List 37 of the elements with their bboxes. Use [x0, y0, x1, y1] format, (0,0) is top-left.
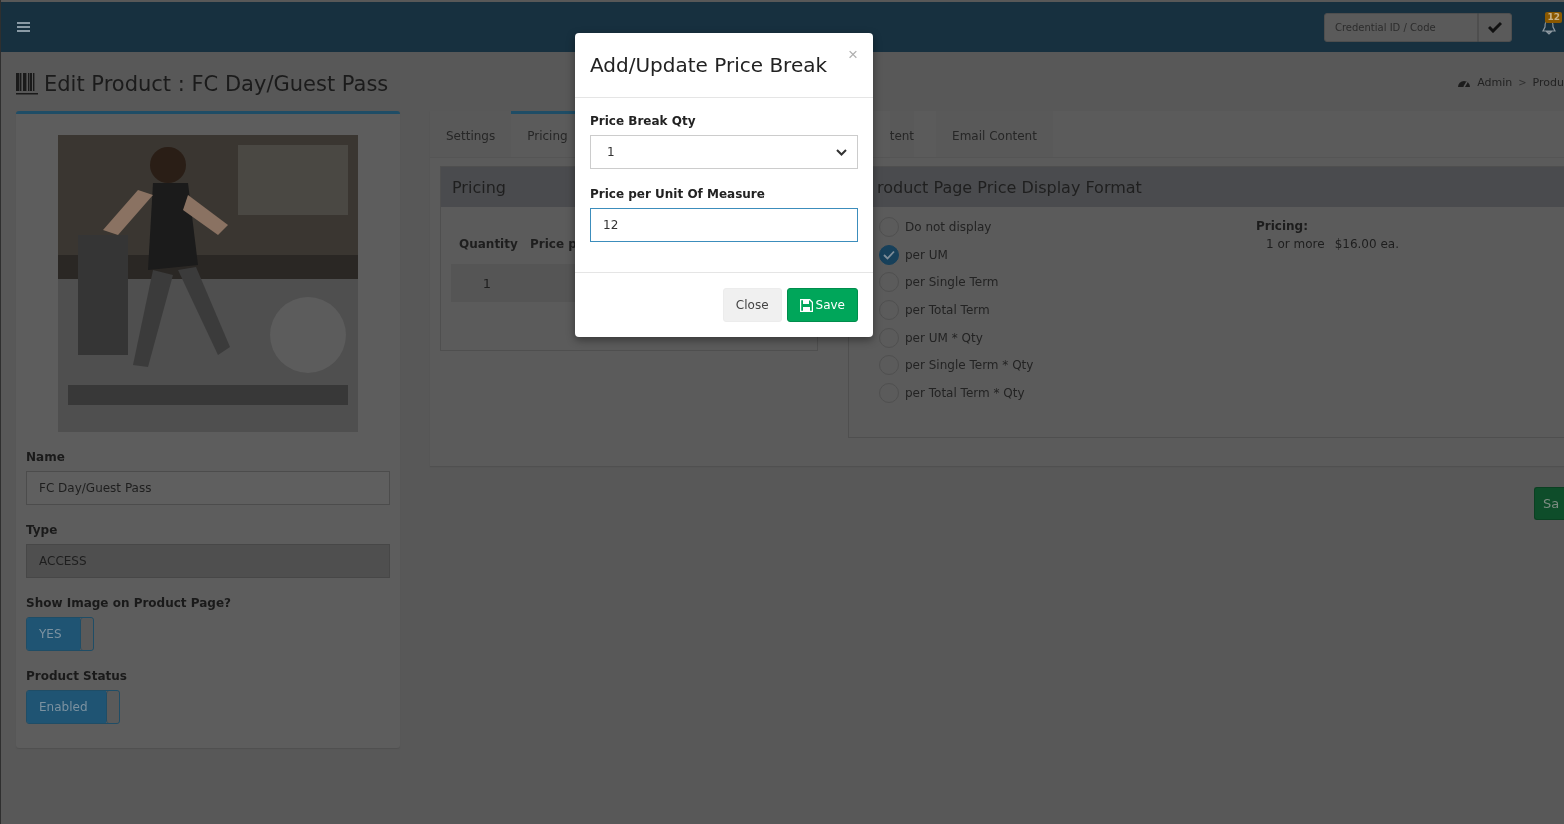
option-label: per UM: [905, 247, 948, 262]
option-label: per Total Term: [905, 302, 990, 317]
page-title: Edit Product : FC Day/Guest Pass: [44, 71, 389, 96]
field-label: Type: [26, 523, 59, 537]
field-label: Price per Unit Of Measure: [590, 187, 766, 201]
check-icon: [1488, 21, 1502, 33]
notification-badge: 12: [1545, 12, 1562, 23]
text-field[interactable]: FC Day/Guest Pass: [26, 471, 390, 505]
field-label: Show Image on Product Page?: [26, 596, 232, 610]
close-button[interactable]: ×: [848, 45, 858, 65]
toggle-switch[interactable]: YES: [26, 617, 94, 651]
menu-button[interactable]: [17, 22, 30, 32]
radio-button[interactable]: [879, 244, 899, 265]
option-label: per Single Term: [905, 275, 999, 290]
menu-icon: [17, 22, 30, 32]
option-label: Do not display: [905, 219, 992, 234]
field-label: Name: [26, 450, 66, 464]
breadcrumb-separator: >: [1518, 77, 1527, 88]
option-label: per Single Term * Qty: [905, 358, 1034, 373]
summary-text: $16.00 ea.: [1334, 237, 1399, 251]
barcode-icon: [16, 72, 40, 95]
text-field[interactable]: 12: [590, 208, 858, 242]
dialog-title: Add/Update Price Break: [590, 53, 828, 77]
column-header: Quantity: [458, 237, 519, 251]
submit-button[interactable]: [1478, 12, 1512, 42]
close-button[interactable]: Close: [722, 288, 782, 322]
option-label: per UM * Qty: [905, 330, 983, 345]
save-button[interactable]: Save: [786, 288, 858, 322]
summary-text: 1 or more: [1266, 237, 1325, 251]
summary-title: Pricing:: [1256, 219, 1309, 233]
toggle-switch[interactable]: Enabled: [26, 690, 120, 724]
save-button[interactable]: Sa: [1534, 487, 1564, 520]
chevron-down-icon: [836, 148, 847, 156]
field-label: Product Status: [26, 669, 128, 683]
check-icon: [883, 249, 895, 260]
option-label: per Total Term * Qty: [905, 385, 1025, 400]
select-field[interactable]: 1: [590, 135, 858, 169]
